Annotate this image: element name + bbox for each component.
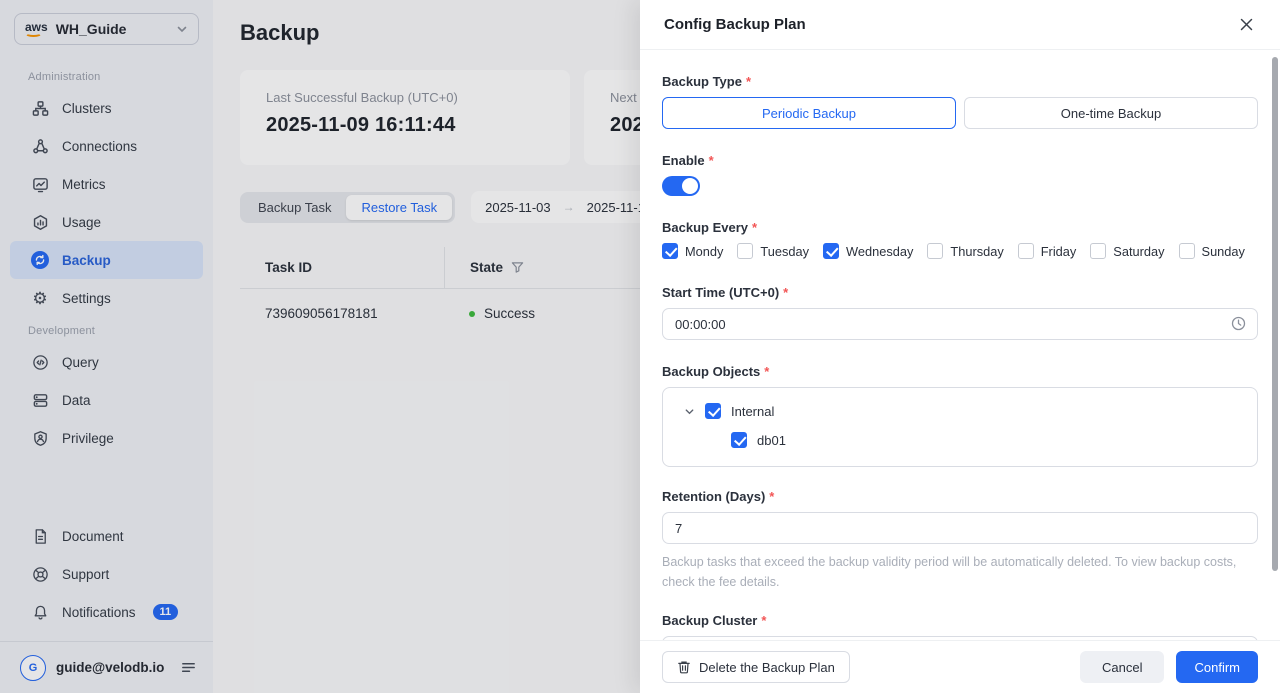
day-checkbox-friday[interactable]: Friday — [1017, 243, 1076, 259]
day-checkbox-wednesday[interactable]: Wednesday — [823, 243, 913, 259]
backup-objects-tree: Internal db01 — [662, 387, 1258, 467]
retention-field — [662, 512, 1258, 544]
drawer-body: Backup Type Periodic Backup One-time Bac… — [640, 50, 1280, 693]
checkbox[interactable] — [823, 243, 840, 259]
drawer-title: Config Backup Plan — [664, 16, 806, 33]
backup-objects-label: Backup Objects — [662, 364, 1258, 379]
tree-chevron-icon[interactable] — [684, 406, 695, 417]
close-icon[interactable] — [1236, 15, 1256, 35]
enable-label: Enable — [662, 153, 1258, 168]
start-time-input[interactable] — [662, 308, 1258, 340]
tree-node-internal[interactable]: Internal — [679, 403, 1241, 419]
checkbox[interactable] — [662, 243, 678, 259]
config-backup-plan-drawer: Config Backup Plan Backup Type Periodic … — [640, 0, 1280, 693]
delete-backup-plan-button[interactable]: Delete the Backup Plan — [662, 651, 850, 683]
backup-type-label: Backup Type — [662, 74, 1258, 89]
retention-help-text: Backup tasks that exceed the backup vali… — [662, 555, 1237, 589]
cancel-button[interactable]: Cancel — [1080, 651, 1165, 683]
enable-toggle[interactable] — [662, 176, 700, 196]
drawer-header: Config Backup Plan — [640, 0, 1280, 50]
start-time-field — [662, 308, 1258, 340]
periodic-backup-button[interactable]: Periodic Backup — [662, 97, 956, 129]
trash-icon — [677, 660, 691, 674]
retention-label: Retention (Days) — [662, 489, 1258, 504]
checkbox[interactable] — [731, 432, 747, 448]
checkbox[interactable] — [1017, 243, 1034, 259]
clock-icon[interactable] — [1231, 316, 1246, 331]
day-checkbox-sunday[interactable]: Sunday — [1178, 243, 1245, 259]
retention-input[interactable] — [662, 512, 1258, 544]
day-checkbox-thursday[interactable]: Thursday — [927, 243, 1004, 259]
checkbox[interactable] — [927, 243, 944, 259]
drawer-scrollbar-thumb[interactable] — [1272, 57, 1278, 571]
day-checkbox-saturday[interactable]: Saturday — [1090, 243, 1165, 259]
backup-cluster-label: Backup Cluster — [662, 613, 1258, 628]
confirm-button[interactable]: Confirm — [1176, 651, 1258, 683]
checkbox[interactable] — [1090, 243, 1107, 259]
backup-type-options: Periodic Backup One-time Backup — [662, 97, 1258, 129]
checkbox[interactable] — [737, 243, 754, 259]
modal-overlay — [0, 0, 640, 693]
checkbox[interactable] — [705, 403, 721, 419]
backup-every-days: Mondy Tuesday Wednesday Thursday Friday … — [662, 243, 1258, 259]
day-checkbox-monday[interactable]: Mondy — [662, 243, 723, 259]
tree-node-db01[interactable]: db01 — [679, 432, 1241, 448]
one-time-backup-button[interactable]: One-time Backup — [964, 97, 1258, 129]
drawer-footer: Delete the Backup Plan Cancel Confirm — [640, 640, 1280, 693]
checkbox[interactable] — [1178, 243, 1195, 259]
day-checkbox-tuesday[interactable]: Tuesday — [737, 243, 809, 259]
backup-every-label: Backup Every — [662, 220, 1258, 235]
start-time-label: Start Time (UTC+0) — [662, 285, 1258, 300]
app-root: aws WH_Guide Administration Clusters Con… — [0, 0, 1280, 693]
